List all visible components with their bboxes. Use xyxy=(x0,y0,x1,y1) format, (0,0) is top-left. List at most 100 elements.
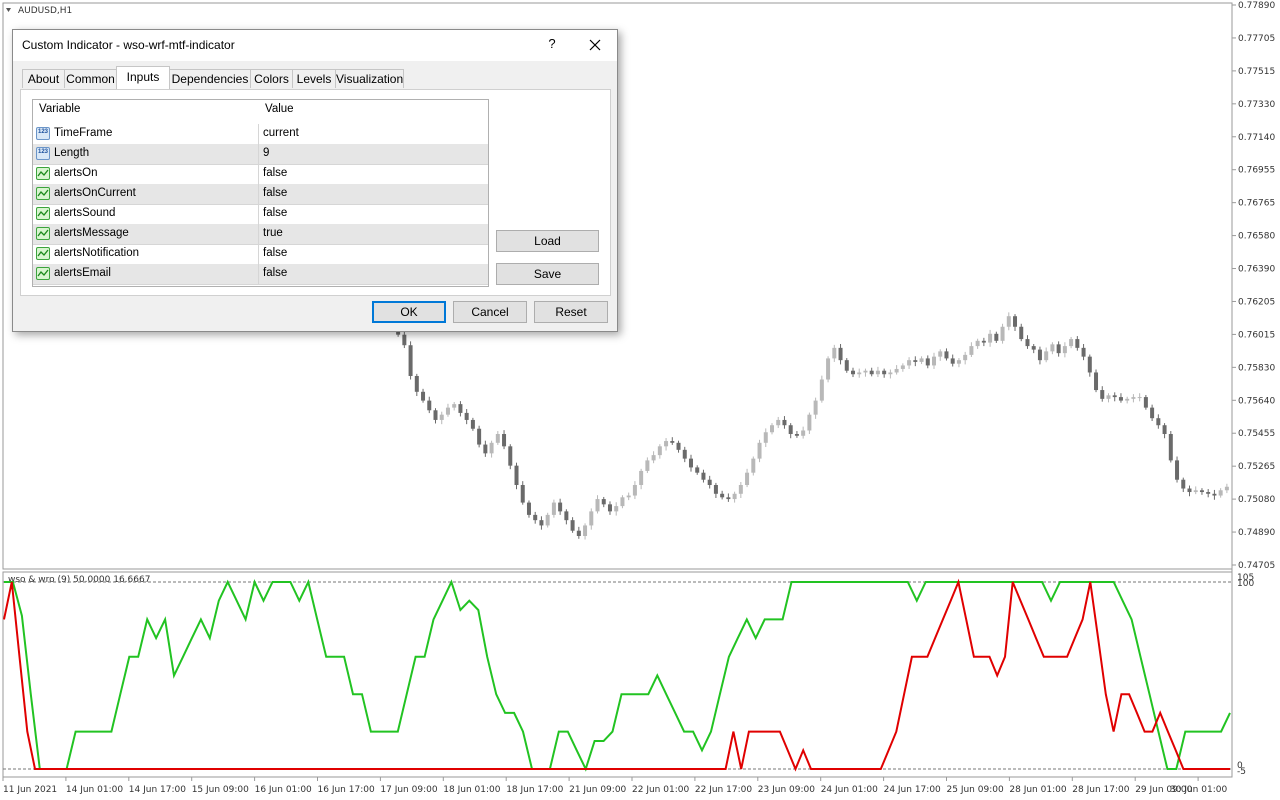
candle-body xyxy=(782,419,787,426)
time-label: 30 Jun 01:00 xyxy=(1170,785,1227,795)
candle-body xyxy=(464,412,469,420)
candle-body xyxy=(651,455,656,461)
candle-body xyxy=(707,479,712,485)
price-label: 0.77140 xyxy=(1238,133,1275,143)
param-value[interactable]: false xyxy=(263,207,287,219)
candle-body xyxy=(794,434,799,436)
candle-body xyxy=(489,442,494,454)
price-label: 0.76955 xyxy=(1238,166,1275,176)
tab-common[interactable]: Common xyxy=(64,69,117,88)
candle-body xyxy=(863,370,868,373)
tab-colors[interactable]: Colors xyxy=(250,69,293,88)
candle-body xyxy=(994,333,999,341)
candle-body xyxy=(738,485,743,494)
price-axis: 0.77890 0.77705 0.77515 0.77330 0.77140 0.769… xyxy=(1232,1,1275,571)
candle-body xyxy=(551,502,556,515)
time-axis: 11 Jun 2021 14 Jun 01:00 14 Jun 17:00 15 Ju… xyxy=(2,777,1227,795)
param-value[interactable]: 9 xyxy=(263,147,269,159)
param-row-alertsSound[interactable]: alertsSound false xyxy=(33,204,488,225)
candle-body xyxy=(583,525,588,536)
candle-body xyxy=(502,434,507,447)
help-button[interactable]: ? xyxy=(544,36,560,54)
dialog-titlebar[interactable]: Custom Indicator - wso-wrf-mtf-indicator… xyxy=(13,30,617,61)
param-row-alertsNotification[interactable]: alertsNotification false xyxy=(33,244,488,265)
candle-body xyxy=(589,511,594,526)
candle-body xyxy=(402,334,407,346)
candle-body xyxy=(408,345,413,376)
tab-inputs[interactable]: Inputs xyxy=(116,66,170,89)
time-label: 18 Jun 01:00 xyxy=(443,785,500,795)
param-row-alertsEmail[interactable]: alertsEmail false xyxy=(33,264,488,285)
param-row-alertsOn[interactable]: alertsOn false xyxy=(33,164,488,185)
time-label: 28 Jun 01:00 xyxy=(1009,785,1066,795)
column-separator xyxy=(258,224,259,244)
candle-body xyxy=(595,499,600,512)
candle-body xyxy=(645,460,650,471)
candle-body xyxy=(851,370,856,375)
save-button[interactable]: Save xyxy=(496,263,599,285)
time-label: 14 Jun 17:00 xyxy=(129,785,186,795)
candle-body xyxy=(495,434,500,443)
candle-body xyxy=(1094,372,1099,391)
ok-button[interactable]: OK xyxy=(372,301,446,323)
candle-body xyxy=(1106,395,1111,399)
candle-body xyxy=(1000,326,1005,341)
candle-body xyxy=(508,446,513,466)
candle-body xyxy=(1162,425,1167,435)
param-row-alertsMessage[interactable]: alertsMessage true xyxy=(33,224,488,245)
inputs-grid[interactable]: Variable Value 123 TimeFrame current 123 Len… xyxy=(32,99,489,287)
custom-indicator-dialog: Custom Indicator - wso-wrf-mtf-indicator… xyxy=(12,29,618,332)
candle-body xyxy=(620,497,625,507)
candle-body xyxy=(888,372,893,375)
candle-body xyxy=(1193,490,1198,493)
column-separator xyxy=(258,184,259,204)
param-value[interactable]: false xyxy=(263,247,287,259)
candle-body xyxy=(988,333,993,343)
candle-body xyxy=(1118,397,1123,401)
param-row-alertsOnCurrent[interactable]: alertsOnCurrent false xyxy=(33,184,488,205)
param-value[interactable]: false xyxy=(263,267,287,279)
candle-body xyxy=(925,358,930,366)
column-separator xyxy=(258,204,259,224)
candle-body xyxy=(932,356,937,366)
candle-body xyxy=(1062,346,1067,354)
load-button[interactable]: Load xyxy=(496,230,599,252)
tab-visualization[interactable]: Visualization xyxy=(335,69,404,88)
candle-body xyxy=(894,368,899,373)
param-row-TimeFrame[interactable]: 123 TimeFrame current xyxy=(33,124,488,145)
candle-body xyxy=(1150,407,1155,419)
candle-body xyxy=(520,485,525,503)
header-variable[interactable]: Variable xyxy=(39,103,80,115)
param-value[interactable]: true xyxy=(263,227,283,239)
candle-body xyxy=(819,379,824,401)
candle-body xyxy=(558,502,563,512)
candle-body xyxy=(956,360,961,364)
tab-levels[interactable]: Levels xyxy=(292,69,336,88)
candle-body xyxy=(682,449,687,459)
cancel-button[interactable]: Cancel xyxy=(453,301,527,323)
column-separator xyxy=(258,164,259,184)
header-value[interactable]: Value xyxy=(265,103,294,115)
bool-param-icon xyxy=(36,247,50,260)
tab-about[interactable]: About xyxy=(22,69,65,88)
price-label: 0.77330 xyxy=(1238,100,1275,110)
time-label: 11 Jun 2021 xyxy=(3,785,57,795)
candle-body xyxy=(1131,397,1136,399)
candle-body xyxy=(944,351,949,359)
candle-body xyxy=(1037,349,1042,361)
param-value[interactable]: current xyxy=(263,127,299,139)
tab-dependencies[interactable]: Dependencies xyxy=(169,69,251,88)
candle-body xyxy=(1218,490,1223,496)
candle-body xyxy=(1143,397,1148,408)
param-row-Length[interactable]: 123 Length 9 xyxy=(33,144,488,165)
candle-body xyxy=(695,467,700,473)
candle-body xyxy=(1168,434,1173,461)
candle-body xyxy=(1199,490,1204,493)
candle-body xyxy=(769,425,774,433)
candle-body xyxy=(414,375,419,392)
reset-button[interactable]: Reset xyxy=(534,301,608,323)
bool-param-icon xyxy=(36,187,50,200)
param-value[interactable]: false xyxy=(263,167,287,179)
close-icon[interactable] xyxy=(585,34,605,56)
param-value[interactable]: false xyxy=(263,187,287,199)
